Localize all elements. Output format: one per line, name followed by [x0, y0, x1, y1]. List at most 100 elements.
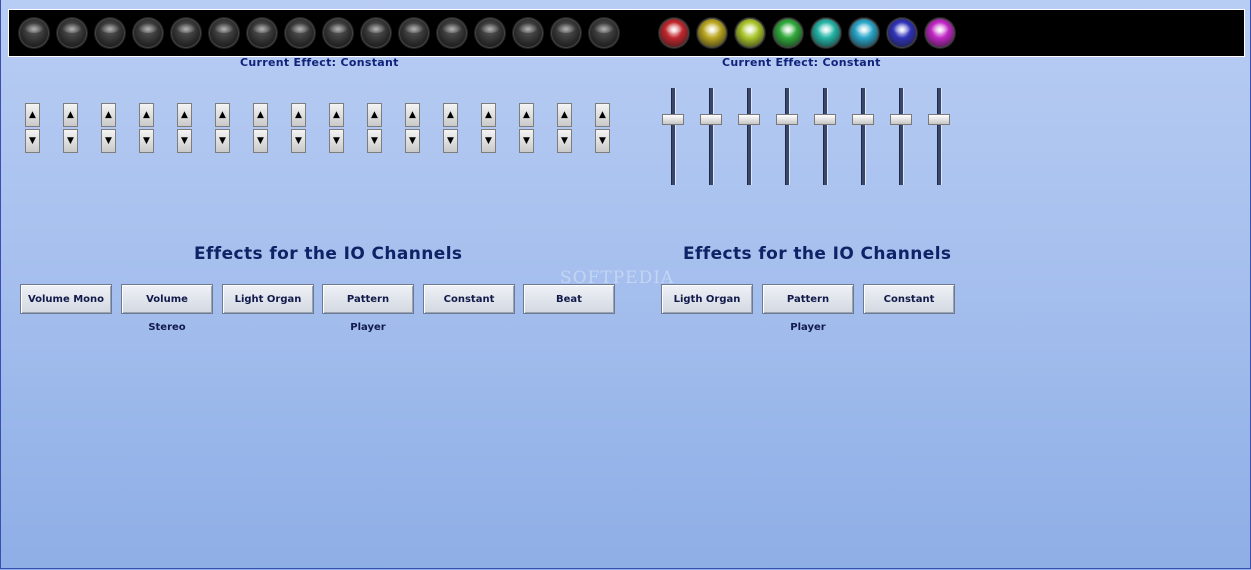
channel-down-icon[interactable]: ▼ [443, 129, 458, 153]
channel-led-off [171, 18, 201, 48]
channel-led-off [513, 18, 543, 48]
channel-up-icon[interactable]: ▲ [63, 103, 78, 127]
channel-led-off [133, 18, 163, 48]
channel-updown: ▲ ▼ [215, 103, 230, 155]
channel-led-off [19, 18, 49, 48]
channel-down-icon[interactable]: ▼ [557, 129, 572, 153]
channel-down-icon[interactable]: ▼ [291, 129, 306, 153]
slider-track [899, 88, 904, 185]
led-magenta [925, 18, 955, 48]
led-red [659, 18, 689, 48]
channel-led-off [209, 18, 239, 48]
channel-updown: ▲ ▼ [595, 103, 610, 155]
channel-down-icon[interactable]: ▼ [519, 129, 534, 153]
channel-led-off [399, 18, 429, 48]
channel-down-icon[interactable]: ▼ [405, 129, 420, 153]
channel-slider[interactable] [776, 88, 798, 185]
channel-up-icon[interactable]: ▲ [595, 103, 610, 127]
channel-down-icon[interactable]: ▼ [101, 129, 116, 153]
pattern-player-button[interactable]: Pattern Player [322, 284, 414, 333]
right-current-effect: Current Effect: Constant [722, 56, 881, 69]
volume-stereo-button[interactable]: Volume Stereo [121, 284, 213, 333]
channel-updown: ▲ ▼ [329, 103, 344, 155]
channel-led-off [551, 18, 581, 48]
channel-down-icon[interactable]: ▼ [139, 129, 154, 153]
led-indicator-bar [8, 9, 1245, 57]
slider-thumb[interactable] [928, 114, 950, 125]
channel-up-icon[interactable]: ▲ [139, 103, 154, 127]
channel-down-icon[interactable]: ▼ [481, 129, 496, 153]
channel-slider[interactable] [662, 88, 684, 185]
channel-led-off [437, 18, 467, 48]
channel-updown: ▲ ▼ [101, 103, 116, 155]
channel-led-off [285, 18, 315, 48]
channel-updown: ▲ ▼ [63, 103, 78, 155]
slider-track [861, 88, 866, 185]
channel-updown: ▲ ▼ [139, 103, 154, 155]
channel-slider[interactable] [738, 88, 760, 185]
channel-led-off [323, 18, 353, 48]
channel-led-off [475, 18, 505, 48]
right-section-title: Effects for the IO Channels [683, 244, 952, 264]
channel-up-icon[interactable]: ▲ [367, 103, 382, 127]
light-organ-button[interactable]: Light Organ [222, 284, 314, 314]
constant-button[interactable]: Constant [423, 284, 515, 314]
led-lime [735, 18, 765, 48]
channel-updown: ▲ ▼ [557, 103, 572, 155]
channel-down-icon[interactable]: ▼ [177, 129, 192, 153]
channel-updown: ▲ ▼ [25, 103, 40, 155]
led-yellow [697, 18, 727, 48]
channel-slider[interactable] [852, 88, 874, 185]
left-section-title: Effects for the IO Channels [194, 244, 463, 264]
slider-thumb[interactable] [776, 114, 798, 125]
channel-up-icon[interactable]: ▲ [329, 103, 344, 127]
right-pattern-player-button[interactable]: Pattern Player [762, 284, 854, 333]
channel-up-icon[interactable]: ▲ [481, 103, 496, 127]
channel-led-off [361, 18, 391, 48]
channel-up-icon[interactable]: ▲ [253, 103, 268, 127]
channel-updown: ▲ ▼ [519, 103, 534, 155]
led-cyan [811, 18, 841, 48]
channel-down-icon[interactable]: ▼ [215, 129, 230, 153]
channel-updown: ▲ ▼ [367, 103, 382, 155]
channel-down-icon[interactable]: ▼ [367, 129, 382, 153]
channel-led-off [95, 18, 125, 48]
slider-thumb[interactable] [662, 114, 684, 125]
channel-updown: ▲ ▼ [405, 103, 420, 155]
led-sky [849, 18, 879, 48]
channel-up-icon[interactable]: ▲ [443, 103, 458, 127]
beat-button[interactable]: Beat [523, 284, 615, 314]
slider-thumb[interactable] [814, 114, 836, 125]
channel-up-icon[interactable]: ▲ [177, 103, 192, 127]
channel-up-icon[interactable]: ▲ [291, 103, 306, 127]
slider-thumb[interactable] [738, 114, 760, 125]
slider-track [671, 88, 676, 185]
channel-up-icon[interactable]: ▲ [405, 103, 420, 127]
left-current-effect: Current Effect: Constant [240, 56, 399, 69]
channel-up-icon[interactable]: ▲ [101, 103, 116, 127]
channel-led-off [247, 18, 277, 48]
led-green [773, 18, 803, 48]
channel-slider[interactable] [890, 88, 912, 185]
slider-thumb[interactable] [700, 114, 722, 125]
channel-up-icon[interactable]: ▲ [215, 103, 230, 127]
channel-updown: ▲ ▼ [177, 103, 192, 155]
channel-down-icon[interactable]: ▼ [329, 129, 344, 153]
led-blue [887, 18, 917, 48]
channel-slider[interactable] [700, 88, 722, 185]
channel-down-icon[interactable]: ▼ [253, 129, 268, 153]
volume-mono-button[interactable]: Volume Mono [20, 284, 112, 314]
channel-down-icon[interactable]: ▼ [595, 129, 610, 153]
channel-up-icon[interactable]: ▲ [25, 103, 40, 127]
slider-thumb[interactable] [852, 114, 874, 125]
slider-thumb[interactable] [890, 114, 912, 125]
channel-slider[interactable] [928, 88, 950, 185]
right-light-organ-button[interactable]: Ligth Organ [661, 284, 753, 314]
channel-updown: ▲ ▼ [253, 103, 268, 155]
channel-up-icon[interactable]: ▲ [557, 103, 572, 127]
channel-up-icon[interactable]: ▲ [519, 103, 534, 127]
channel-down-icon[interactable]: ▼ [63, 129, 78, 153]
channel-down-icon[interactable]: ▼ [25, 129, 40, 153]
channel-slider[interactable] [814, 88, 836, 185]
right-constant-button[interactable]: Constant [863, 284, 955, 314]
